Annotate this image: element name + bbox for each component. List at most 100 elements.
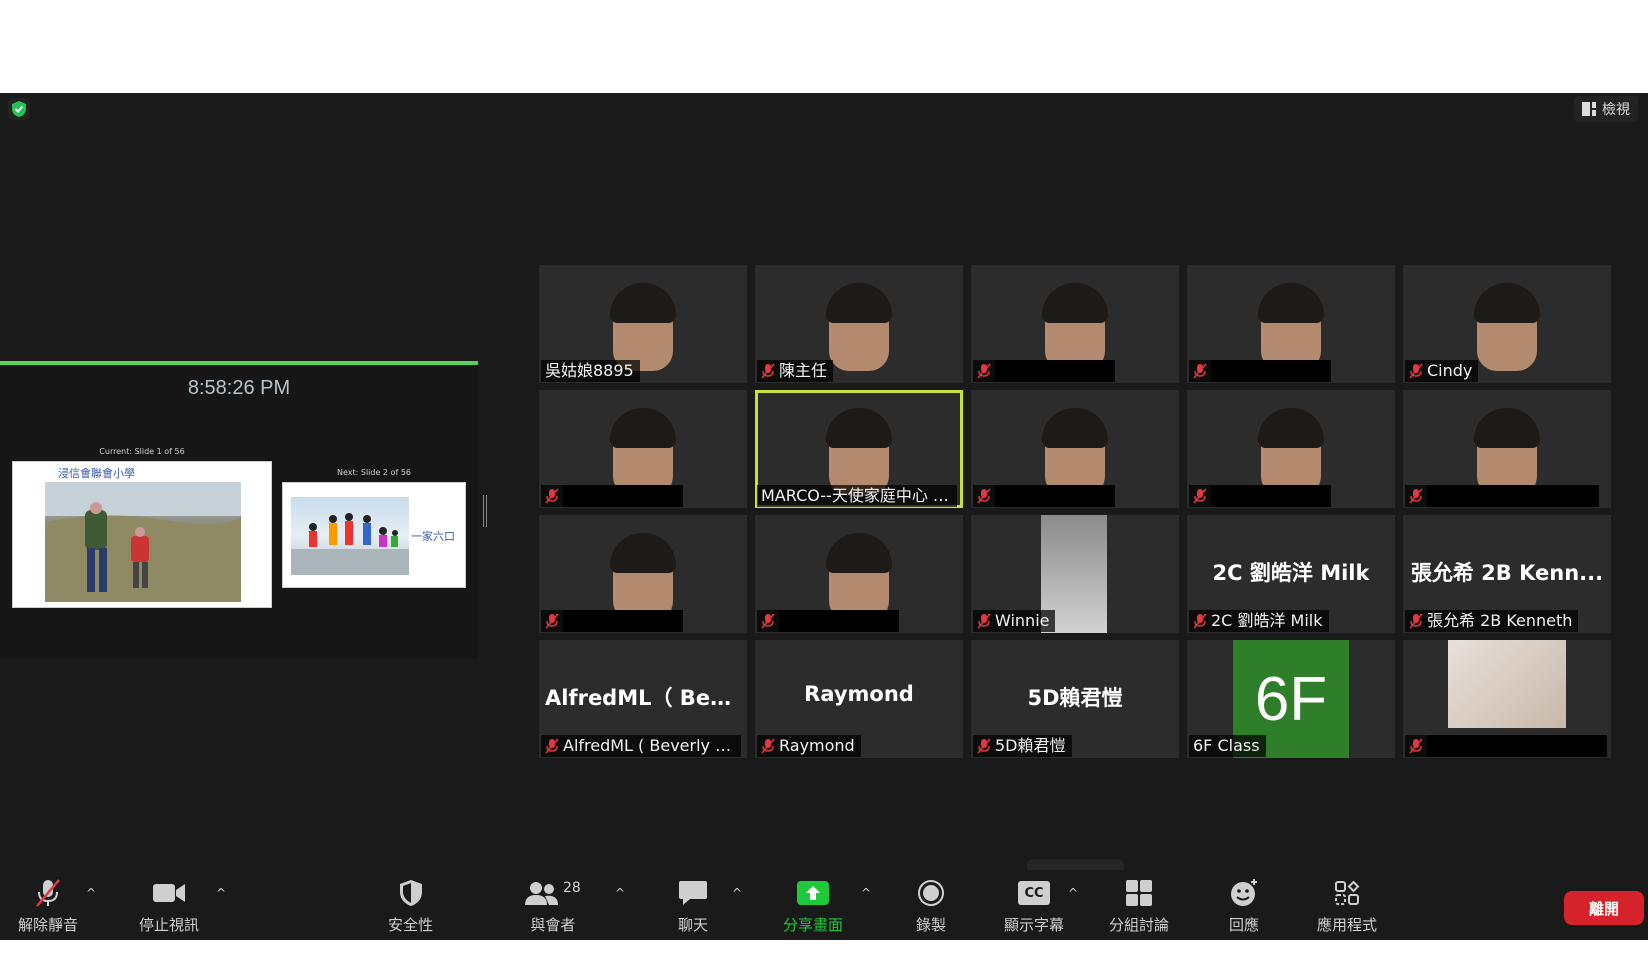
participant-name: 5D賴君愷	[995, 736, 1066, 755]
participant-name: 陳主任	[779, 361, 828, 380]
participant-nametag	[1405, 485, 1429, 507]
participant-nametag: Raymond	[757, 735, 861, 757]
participant-nametag: 5D賴君愷	[973, 735, 1072, 757]
presenter-clock: 8:58:26 PM	[187, 377, 291, 399]
participant-tile[interactable]	[1187, 390, 1395, 508]
captions-button[interactable]: CC 顯示字幕	[1004, 876, 1064, 935]
current-slide-title: 浸信會聯會小學	[58, 467, 135, 480]
grid-view-icon	[1582, 102, 1596, 116]
unmute-label: 解除靜音	[18, 916, 79, 934]
encryption-shield-icon[interactable]	[8, 98, 30, 120]
chat-bubble-icon	[679, 881, 707, 905]
record-label: 錄製	[916, 916, 947, 934]
mic-muted-icon	[36, 879, 60, 907]
participant-display-name: 5D賴君愷	[1027, 686, 1123, 710]
unmute-button[interactable]: 解除靜音	[18, 876, 78, 935]
participant-tile[interactable]: AlfredML（ Beve... AlfredML ( Beverly Cha.…	[539, 640, 747, 758]
redacted-name-bar	[995, 485, 1115, 507]
reactions-smiley-icon	[1231, 879, 1257, 906]
participant-tile[interactable]	[539, 390, 747, 508]
participant-tile[interactable]: 5D賴君愷 5D賴君愷	[971, 640, 1179, 758]
stop-video-button[interactable]: 停止視訊	[139, 876, 199, 935]
view-button[interactable]: 檢視	[1574, 96, 1638, 122]
split-view-handle[interactable]	[483, 495, 487, 527]
participant-tile[interactable]	[755, 515, 963, 633]
participant-hair	[1042, 408, 1108, 448]
participant-display-name: 2C 劉皓洋 Milk	[1212, 561, 1370, 585]
breakout-rooms-icon	[1126, 880, 1152, 906]
participant-nametag: Cindy	[1405, 360, 1479, 382]
record-button[interactable]: 錄製	[916, 876, 946, 935]
captions-options-caret-icon[interactable]: ^	[1068, 886, 1078, 900]
participant-hair	[1474, 408, 1540, 448]
mic-muted-icon	[977, 738, 991, 754]
participant-tile[interactable]: 張允希 2B Kenn... 張允希 2B Kenneth	[1403, 515, 1611, 633]
slide-photo-family	[291, 497, 409, 575]
participant-nametag	[1189, 485, 1213, 507]
participant-tile[interactable]: 陳主任	[755, 265, 963, 383]
participant-tile[interactable]	[1187, 265, 1395, 383]
participant-tile[interactable]: 吳姑娘8895	[539, 265, 747, 383]
participant-name: 6F Class	[1193, 736, 1260, 755]
participant-hair	[1258, 283, 1324, 323]
participant-display-name: 張允希 2B Kenn...	[1410, 561, 1604, 585]
participant-nametag: 2C 劉皓洋 Milk	[1189, 610, 1329, 632]
share-screen-label: 分享畫面	[783, 916, 844, 934]
participant-tile[interactable]	[971, 265, 1179, 383]
redacted-name-bar	[1427, 735, 1607, 757]
leave-button[interactable]: 離開	[1564, 891, 1644, 925]
mic-muted-icon	[977, 613, 991, 629]
participant-tile[interactable]: Cindy	[1403, 265, 1611, 383]
mic-muted-icon	[1193, 488, 1207, 504]
participant-name: 張允希 2B Kenneth	[1427, 611, 1573, 630]
participant-nametag: AlfredML ( Beverly Cha...	[541, 735, 741, 757]
apps-label: 應用程式	[1317, 916, 1378, 934]
chat-options-caret-icon[interactable]: ^	[732, 886, 742, 900]
participant-tile[interactable]: 2C 劉皓洋 Milk 2C 劉皓洋 Milk	[1187, 515, 1395, 633]
share-screen-button[interactable]: 分享畫面	[783, 876, 843, 935]
participant-tile[interactable]	[1403, 390, 1611, 508]
meeting-toolbar: 解除靜音 ^ 停止視訊 ^ 安全性 28 與會者 ^ 聊天 ^ 分享畫面 ^ 錄…	[0, 870, 1648, 940]
participant-tile[interactable]	[971, 390, 1179, 508]
video-camera-icon	[153, 884, 185, 902]
participant-display-name: Raymond	[804, 682, 914, 706]
participant-nametag	[1189, 360, 1213, 382]
breakout-rooms-button[interactable]: 分組討論	[1109, 876, 1169, 935]
participant-name: AlfredML ( Beverly Cha...	[563, 736, 735, 755]
participant-tile[interactable]	[539, 515, 747, 633]
mic-muted-icon	[545, 488, 559, 504]
redacted-name-bar	[1211, 360, 1331, 382]
redacted-name-bar	[995, 360, 1115, 382]
share-screen-icon	[797, 881, 829, 905]
participant-hair	[610, 533, 676, 573]
mic-muted-icon	[977, 488, 991, 504]
participant-hair	[826, 408, 892, 448]
mic-muted-icon	[761, 738, 775, 754]
participant-tile[interactable]: Winnie	[971, 515, 1179, 633]
participants-button[interactable]: 28 與會者	[525, 876, 581, 935]
participant-tile[interactable]: Raymond Raymond	[755, 640, 963, 758]
participants-options-caret-icon[interactable]: ^	[615, 886, 625, 900]
video-options-caret-icon[interactable]: ^	[216, 886, 226, 900]
current-slide: 浸信會聯會小學	[12, 461, 272, 608]
reactions-button[interactable]: 回應	[1229, 876, 1259, 935]
participant-name: 2C 劉皓洋 Milk	[1211, 611, 1323, 630]
participant-tile[interactable]: MARCO--天使家庭中心 (...	[755, 390, 963, 508]
mic-muted-icon	[1193, 363, 1207, 379]
share-options-caret-icon[interactable]: ^	[861, 886, 871, 900]
apps-button[interactable]: 應用程式	[1317, 876, 1377, 935]
participant-hair	[610, 283, 676, 323]
chat-button[interactable]: 聊天	[678, 876, 708, 935]
participant-tile[interactable]: 6F 6F Class	[1187, 640, 1395, 758]
shield-icon	[399, 880, 422, 906]
security-button[interactable]: 安全性	[388, 876, 433, 935]
redacted-name-bar	[1427, 485, 1599, 507]
participant-tile[interactable]	[1403, 640, 1611, 758]
shared-screen[interactable]: 8:58:26 PM Current: Slide 1 of 56 浸信會聯會小…	[0, 361, 478, 659]
mic-muted-icon	[545, 738, 559, 754]
audio-options-caret-icon[interactable]: ^	[86, 886, 96, 900]
share-indicator-bar	[0, 361, 478, 365]
participant-name: Winnie	[995, 611, 1050, 630]
participants-icon	[525, 882, 558, 905]
participant-hair	[1474, 283, 1540, 323]
